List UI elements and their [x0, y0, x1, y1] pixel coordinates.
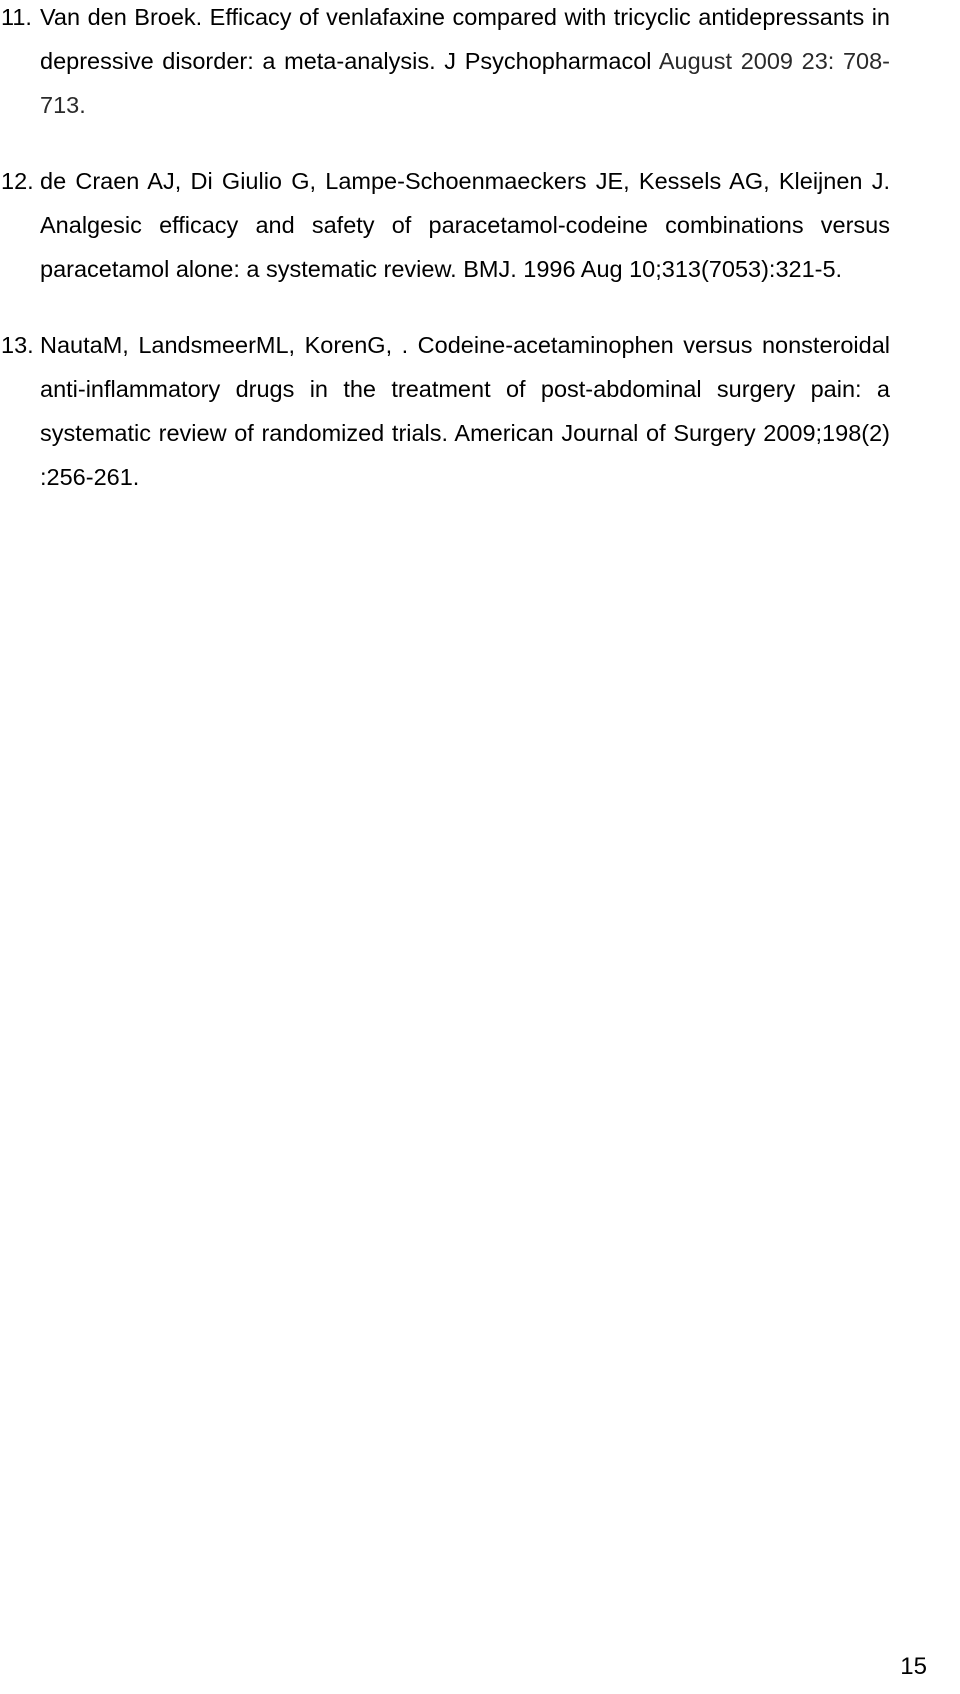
reference-number: 11. [1, 4, 32, 30]
reference-item-11: 11. Van den Broek. Efficacy of venlafaxi… [0, 0, 890, 127]
reference-number: 12. [1, 168, 34, 194]
reference-text: Van den Broek. Efficacy of venlafaxine c… [40, 4, 890, 118]
page-number: 15 [900, 1653, 927, 1680]
reference-list: 11. Van den Broek. Efficacy of venlafaxi… [0, 0, 890, 531]
reference-number: 13. [1, 332, 34, 358]
reference-text: NautaM, LandsmeerML, KorenG, . Codeine-a… [40, 332, 890, 490]
reference-item-13: 13. NautaM, LandsmeerML, KorenG, . Codei… [0, 323, 890, 499]
reference-item-12: 12. de Craen AJ, Di Giulio G, Lampe-Scho… [0, 159, 890, 291]
reference-text: de Craen AJ, Di Giulio G, Lampe-Schoenma… [40, 168, 890, 282]
